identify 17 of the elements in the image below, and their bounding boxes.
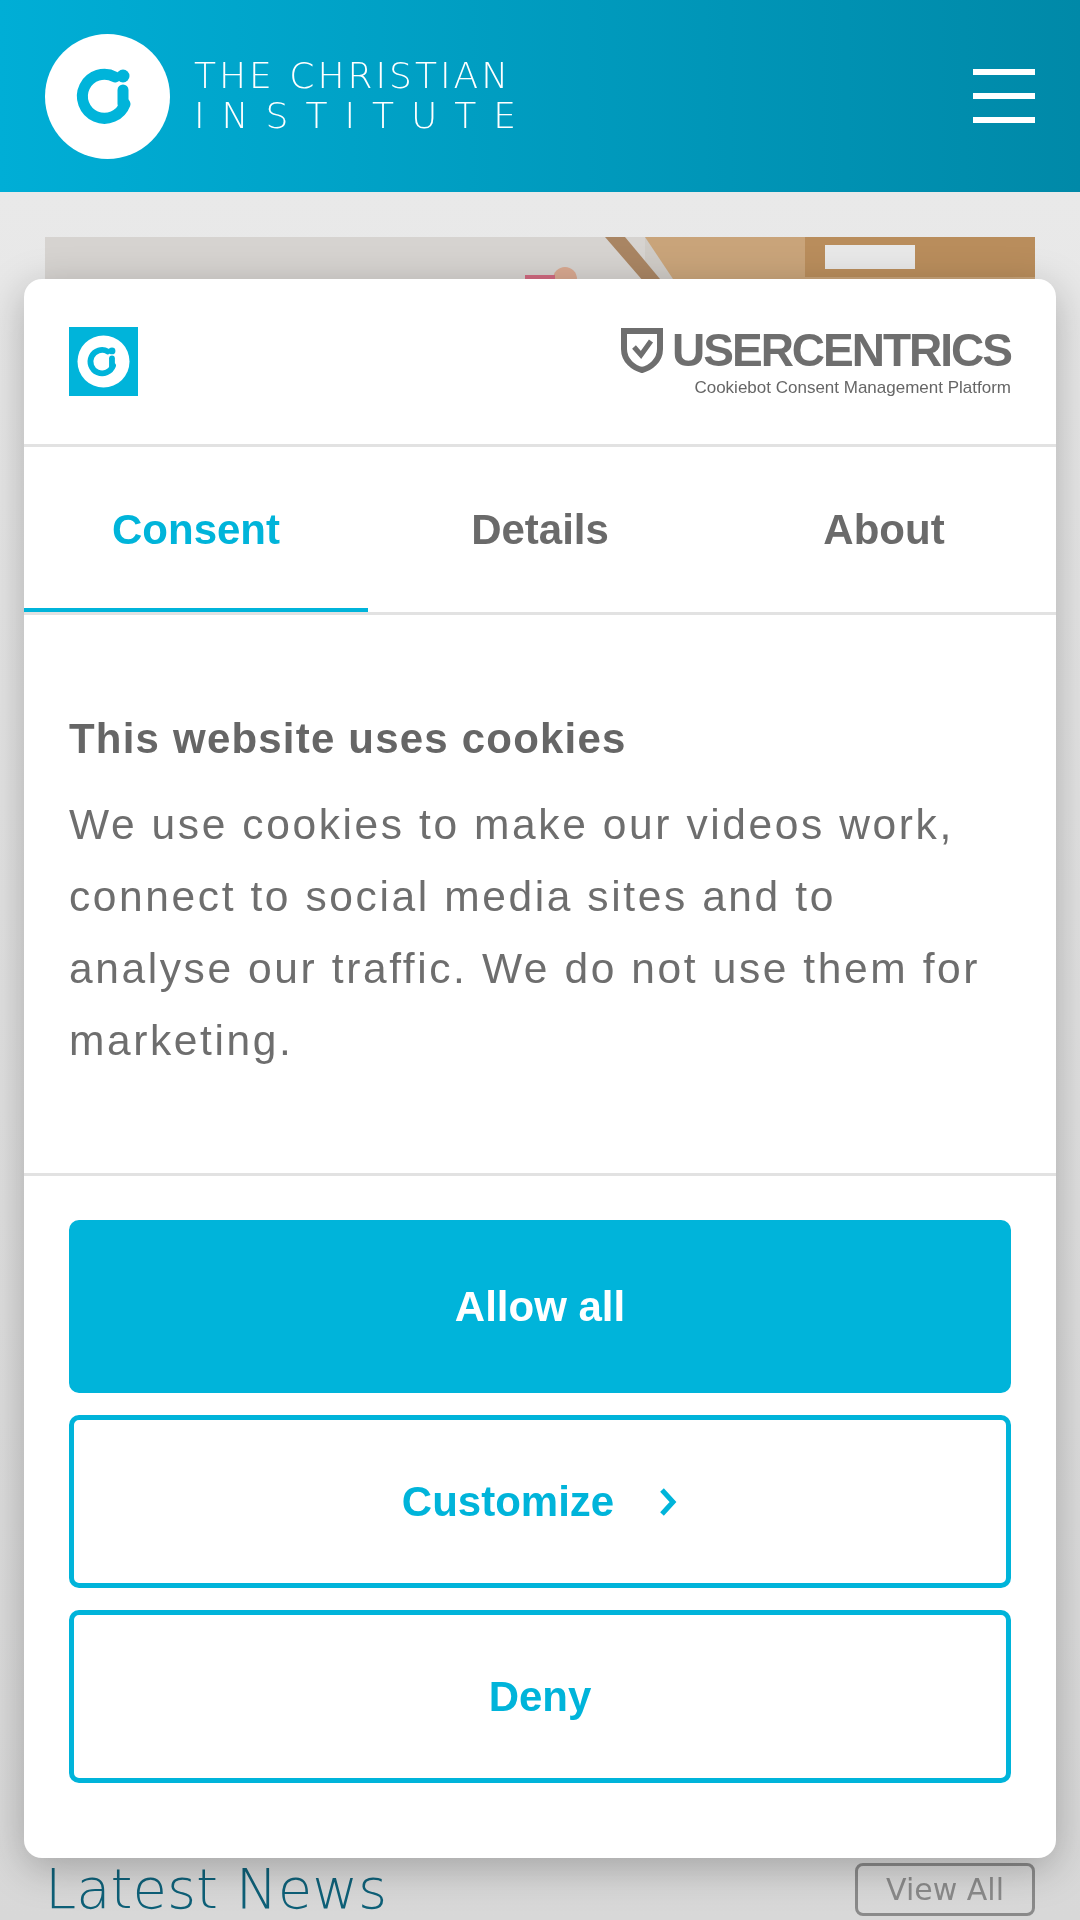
logo-icon [45, 33, 170, 159]
deny-button[interactable]: Deny [69, 1610, 1011, 1783]
tab[interactable]: Details [368, 447, 712, 612]
brand-name: USERCENTRICS [672, 324, 1011, 375]
dialog-text: We use cookies to make our videos work, connect to social media sites and to analyse our traffic. We do not use them for marketing. [69, 800, 982, 1066]
logo-icon [69, 327, 138, 396]
section-title: Latest News [45, 1860, 388, 1918]
tab[interactable]: About [712, 447, 1056, 612]
customize-button[interactable]: Customize [69, 1415, 1011, 1588]
tab[interactable]: Consent [24, 447, 368, 612]
logo-text: INSTITUTE [194, 96, 534, 136]
view-all-button[interactable]: View All [855, 1862, 1035, 1916]
logo-text: THE CHRISTIAN [194, 56, 513, 96]
allow-all-button[interactable]: Allow all [69, 1220, 1011, 1393]
brand-subtitle: Cookiebot Consent Management Platform [694, 376, 1011, 399]
shield-check-icon [620, 326, 665, 373]
dialog-title: This website uses cookies [69, 715, 628, 763]
